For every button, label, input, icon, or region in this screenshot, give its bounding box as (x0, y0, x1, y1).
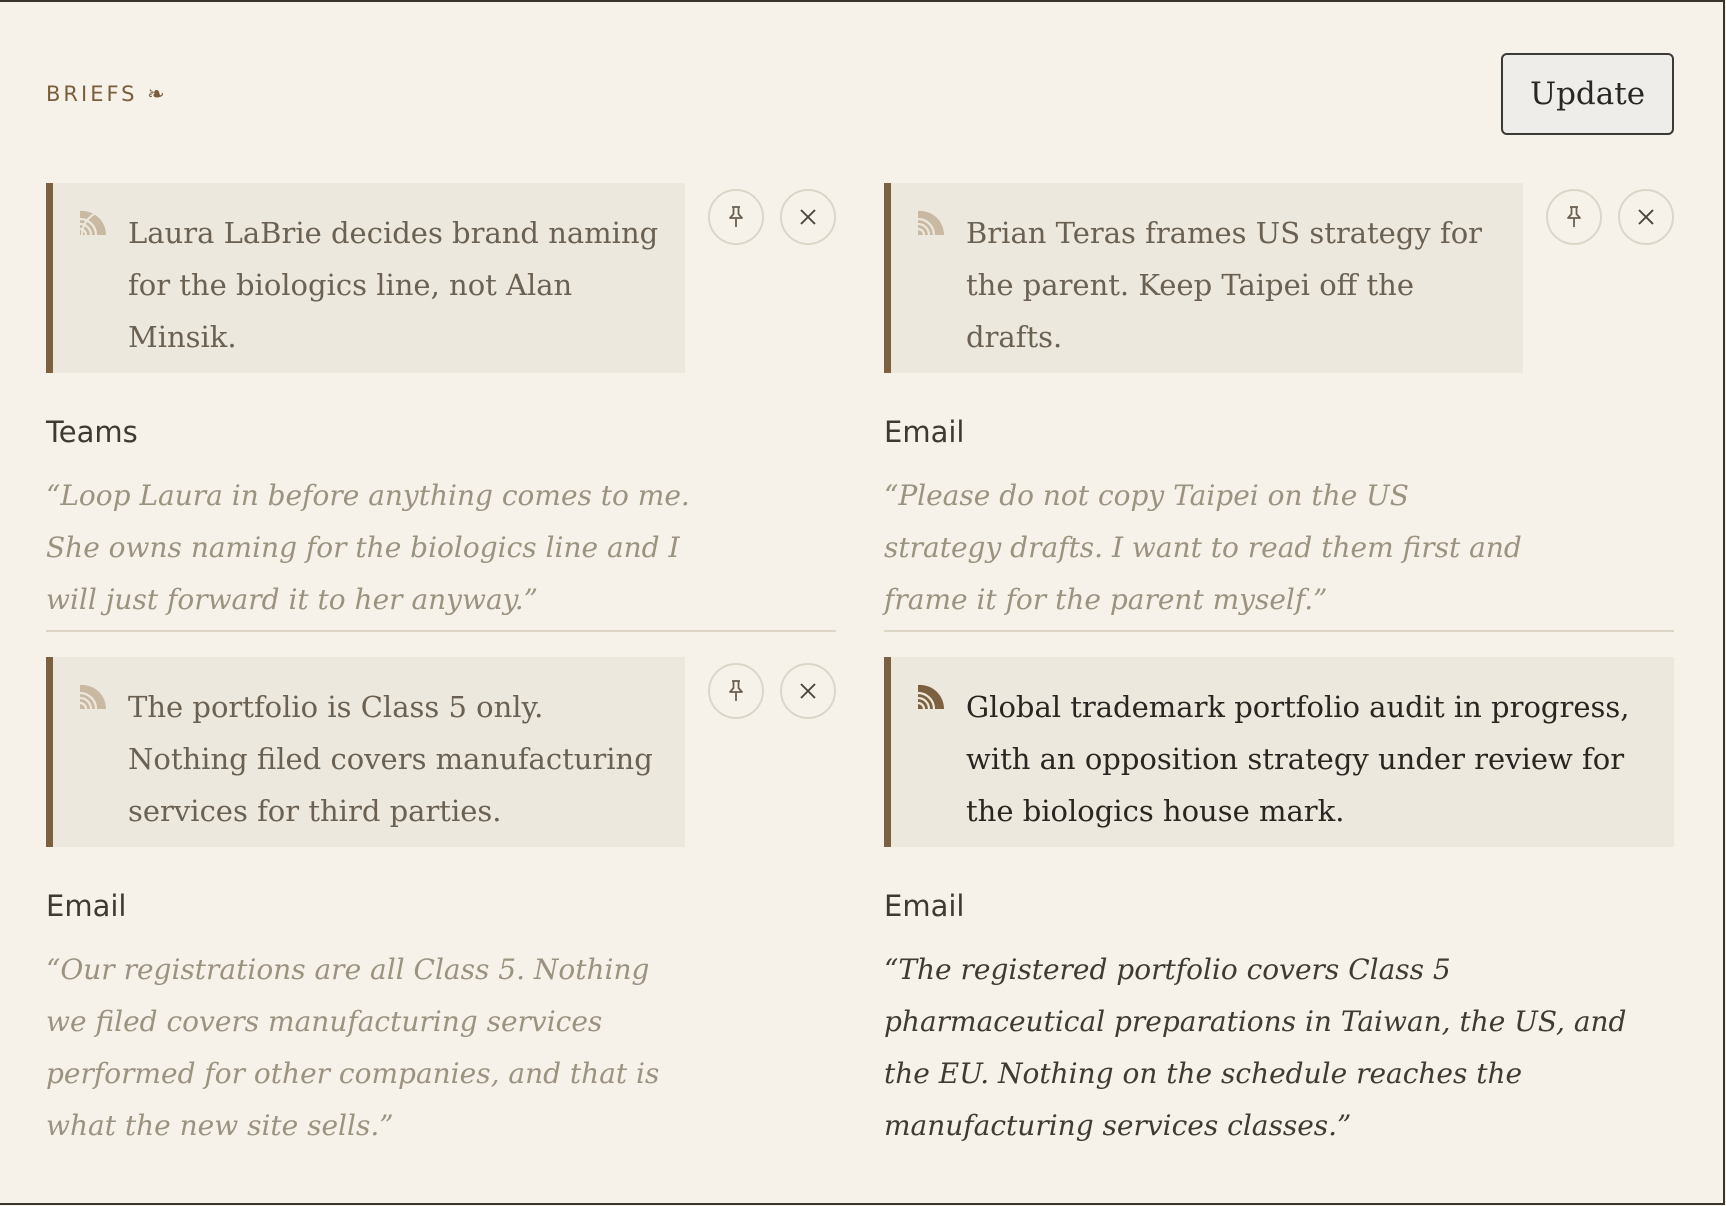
close-icon (800, 683, 816, 699)
stacked-arc-icon (79, 210, 107, 236)
source-label: Email (884, 889, 965, 923)
divider (884, 630, 1674, 632)
stacked-arc-icon (79, 684, 107, 710)
brief-box: The portfolio is Class 5 only. Nothing f… (46, 657, 685, 847)
source-label: Teams (46, 415, 138, 449)
update-button[interactable]: Update (1501, 53, 1674, 135)
stacked-arc-icon (917, 684, 945, 710)
source-quote: “Please do not copy Taipei on the US str… (884, 479, 1522, 616)
close-icon (800, 209, 816, 225)
pin-button[interactable] (1546, 189, 1602, 245)
dismiss-button[interactable] (1618, 189, 1674, 245)
close-icon (1638, 209, 1654, 225)
brief-box: Brian Teras frames US strategy for the p… (884, 183, 1523, 373)
dismiss-button[interactable] (780, 663, 836, 719)
dismiss-button[interactable] (780, 189, 836, 245)
divider (46, 630, 836, 632)
brief-text: The portfolio is Class 5 only. Nothing f… (128, 690, 653, 828)
brief-box: Laura LaBrie decides brand naming for th… (46, 183, 685, 373)
source-quote: “Our registrations are all Class 5. Noth… (46, 953, 660, 1142)
pin-button[interactable] (708, 189, 764, 245)
pin-icon (729, 206, 743, 227)
source-label: Email (884, 415, 965, 449)
section-title: BRIEFS ❧ (46, 82, 168, 106)
stacked-arc-icon (917, 210, 945, 236)
pin-button[interactable] (708, 663, 764, 719)
source-quote: “The registered portfolio covers Class 5… (884, 953, 1627, 1142)
source-label: Email (46, 889, 127, 923)
brief-text: Brian Teras frames US strategy for the p… (966, 216, 1483, 354)
brief-text: Laura LaBrie decides brand naming for th… (128, 216, 659, 354)
brief-box: Global trademark portfolio audit in prog… (884, 657, 1674, 847)
source-quote: “Loop Laura in before anything comes to … (46, 479, 690, 616)
pin-icon (729, 680, 743, 701)
brief-text: Global trademark portfolio audit in prog… (966, 690, 1630, 828)
pin-icon (1567, 206, 1581, 227)
